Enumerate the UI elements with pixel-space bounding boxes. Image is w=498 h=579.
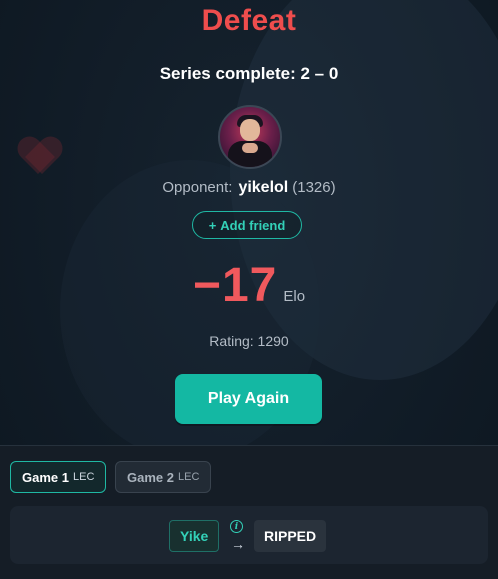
tab-league-tag: LEC xyxy=(177,471,200,483)
opponent-label: Opponent: xyxy=(162,179,233,196)
series-summary: Series complete: 2 – 0 xyxy=(159,64,339,83)
opponent-elo: (1326) xyxy=(292,179,336,196)
info-icon[interactable]: i xyxy=(230,520,243,533)
play-again-button[interactable]: Play Again xyxy=(175,374,322,424)
game-detail-card: Yike i → RIPPED xyxy=(10,506,488,564)
match-result-screen: Defeat Series complete: 2 – 0 Opponent: y… xyxy=(0,0,498,579)
plus-icon: + xyxy=(208,217,217,233)
tab-label: Game 2 xyxy=(127,469,174,485)
from-chip: Yike xyxy=(169,520,220,552)
elo-change-unit: Elo xyxy=(283,288,306,305)
avatar-hands xyxy=(242,143,258,153)
game-details-panel: Game 1 LEC Game 2 LEC Yike i → RIPPED xyxy=(0,445,498,579)
opponent-avatar[interactable] xyxy=(218,105,282,169)
avatar-face xyxy=(240,119,260,141)
add-friend-button[interactable]: + Add friend xyxy=(192,211,302,239)
tab-game-1[interactable]: Game 1 LEC xyxy=(10,461,107,493)
tab-label: Game 1 xyxy=(22,469,69,485)
elo-change-value: −17 xyxy=(192,259,278,312)
tab-league-tag: LEC xyxy=(72,471,95,483)
arrow-icon: → xyxy=(231,536,245,552)
tab-game-2[interactable]: Game 2 LEC xyxy=(115,461,212,493)
elo-change: −17 Elo xyxy=(0,258,498,313)
current-rating: Rating: 1290 xyxy=(209,333,289,349)
opponent-name[interactable]: yikelol xyxy=(238,179,288,196)
add-friend-label: Add friend xyxy=(220,217,286,233)
opponent-info: Opponent: yikelol (1326) xyxy=(0,179,498,197)
result-title: Defeat xyxy=(201,4,297,37)
to-chip: RIPPED xyxy=(254,520,327,552)
